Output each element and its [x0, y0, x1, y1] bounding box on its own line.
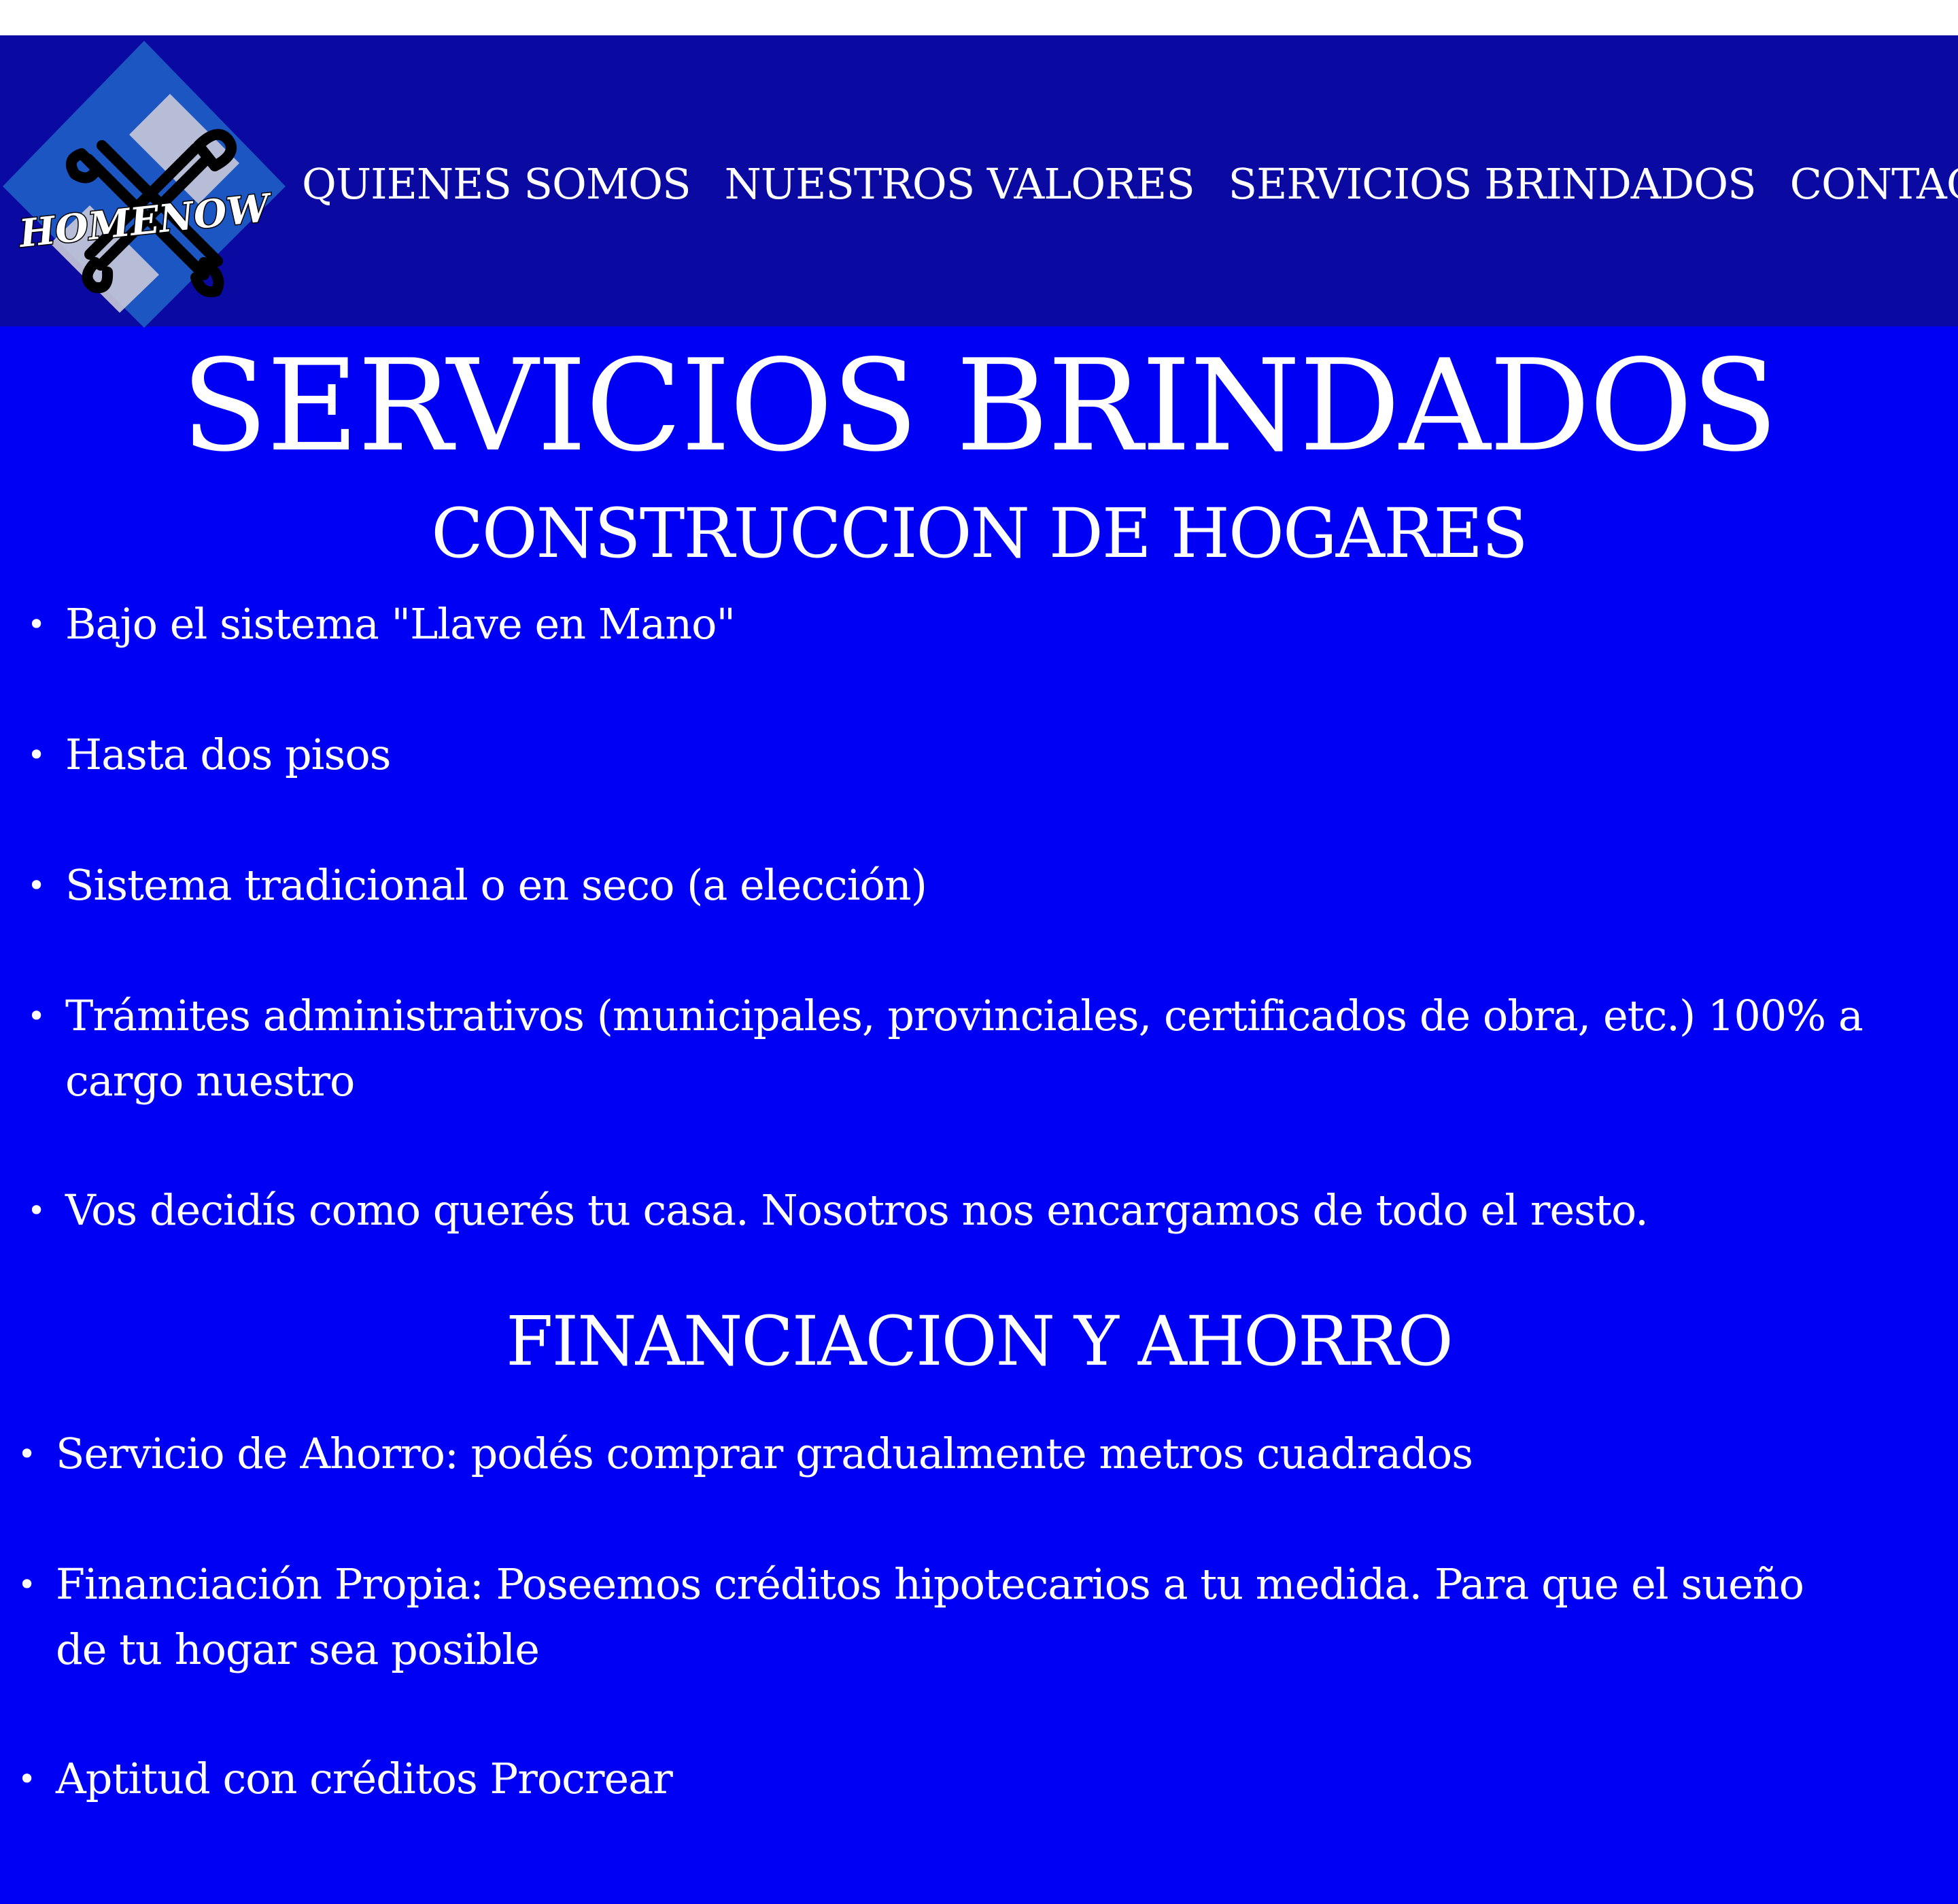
list-item: • Servicio de Ahorro: podés comprar grad… [18, 1421, 1867, 1486]
bullet: • [18, 1761, 36, 1797]
bullet: • [27, 867, 46, 904]
list-item-text: Vos decidís como querés tu casa. Nosotro… [65, 1185, 1649, 1235]
list-item: • Vos decidís como querés tu casa. Nosot… [27, 1178, 1876, 1243]
bullet: • [27, 736, 46, 773]
section-title-financiacion: FINANCIACION Y AHORRO [506, 1302, 1453, 1381]
nav-item-nuestros-valores[interactable]: NUESTROS VALORES [725, 154, 1195, 215]
nav-item-contacto[interactable]: CONTACTO [1790, 154, 1958, 215]
nav-item-quienes-somos[interactable]: QUIENES SOMOS [302, 154, 691, 215]
list-item-text: Sistema tradicional o en seco (a elecció… [65, 860, 927, 910]
list-item-text: Trámites administrativos (municipales, p… [65, 991, 1863, 1106]
bullet: • [27, 1192, 46, 1229]
list-item: • Aptitud con créditos Procrear [18, 1746, 1867, 1812]
section-title-construccion: CONSTRUCCION DE HOGARES [431, 494, 1528, 573]
list-item: • Financiación Propia: Poseemos créditos… [18, 1552, 1867, 1682]
list-item: • Bajo el sistema "Llave en Mano" [27, 592, 1876, 657]
list-item: • Hasta dos pisos [27, 722, 1876, 787]
main-nav: QUIENES SOMOS NUESTROS VALORES SERVICIOS… [302, 154, 1958, 215]
list-item-text: Financiación Propia: Poseemos créditos h… [56, 1559, 1804, 1674]
bullet: • [18, 1435, 36, 1472]
page-title: SERVICIOS BRINDADOS [181, 332, 1779, 479]
bullet: • [27, 998, 46, 1034]
homenow-logo[interactable]: HOMENOW [0, 38, 288, 330]
top-strip [0, 0, 1958, 35]
list-item: • Sistema tradicional o en seco (a elecc… [27, 853, 1876, 918]
list-item-text: Aptitud con créditos Procrear [56, 1754, 673, 1803]
nav-item-servicios-brindados[interactable]: SERVICIOS BRINDADOS [1229, 154, 1757, 215]
list-item-text: Bajo el sistema "Llave en Mano" [65, 599, 736, 649]
list-item: • Trámites administrativos (municipales,… [27, 983, 1876, 1114]
logo-graphic: HOMENOW [3, 41, 286, 328]
list-item-text: Servicio de Ahorro: podés comprar gradua… [56, 1429, 1473, 1478]
bullet: • [27, 606, 46, 643]
list-item-text: Hasta dos pisos [65, 730, 391, 779]
bullet: • [18, 1566, 36, 1603]
